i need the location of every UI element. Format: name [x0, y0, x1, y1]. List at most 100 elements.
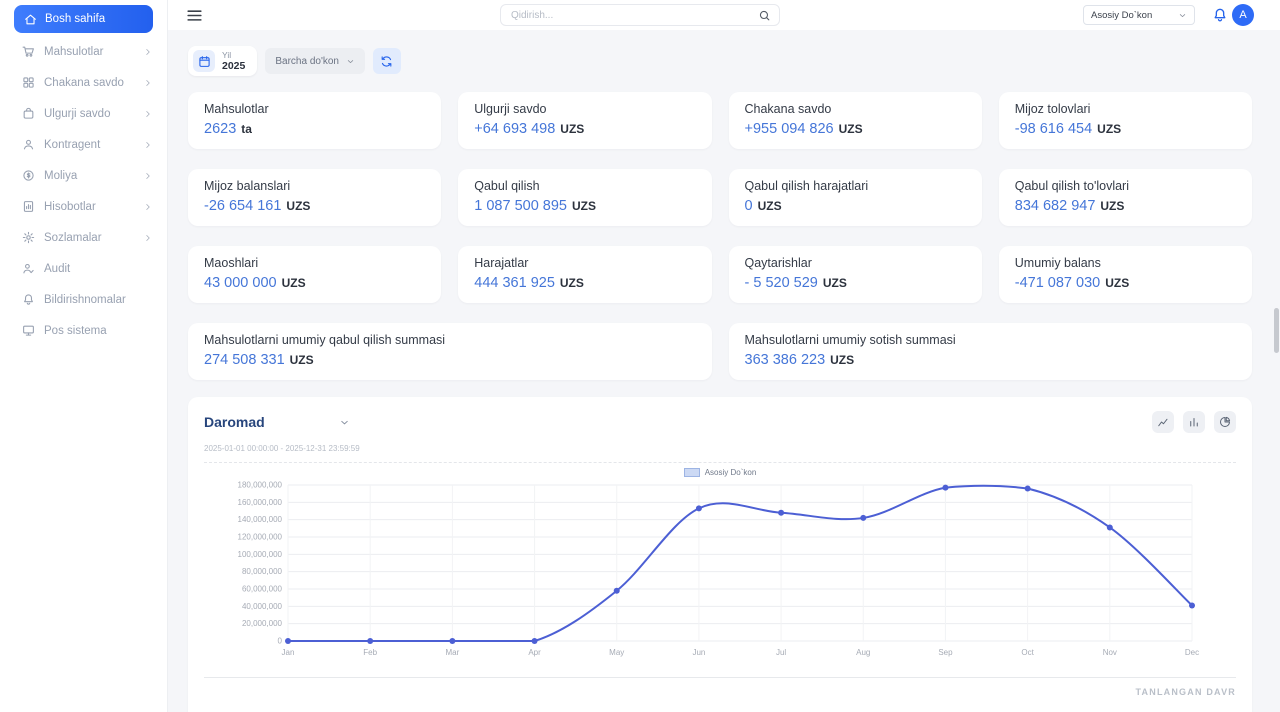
- chart-header: Daromad: [204, 411, 1236, 433]
- sidebar-item-label: Hisobotlar: [44, 201, 96, 213]
- stat-label: Qaytarishlar: [745, 256, 966, 270]
- stat-card-mahsulotlarni-umumiy-sotish-summasi: Mahsulotlarni umumiy sotish summasi 363 3…: [729, 323, 1253, 380]
- stat-unit: UZS: [572, 199, 596, 213]
- stat-unit: UZS: [290, 353, 314, 367]
- sidebar-item-moliya[interactable]: Moliya: [0, 160, 167, 191]
- store-filter-label: Barcha do'kon: [275, 56, 339, 67]
- stat-card-qabul-qilish-harajatlari: Qabul qilish harajatlari0UZS: [729, 169, 982, 226]
- sidebar-item-bosh-sahifa[interactable]: Bosh sahifa: [14, 5, 153, 33]
- stat-value: 363 386 223: [745, 352, 826, 368]
- stat-value: +64 693 498: [474, 121, 555, 137]
- notifications-bell-button[interactable]: [1212, 7, 1228, 23]
- chart-card: Daromad 2025-01-01 00:00:00 - 2025-12-31…: [188, 397, 1252, 712]
- sidebar-item-label: Chakana savdo: [44, 77, 124, 89]
- stat-unit: UZS: [830, 353, 854, 367]
- sidebar-item-label: Sozlamalar: [44, 232, 102, 244]
- chevron-right-icon: [143, 78, 153, 88]
- store-filter-dropdown[interactable]: Barcha do'kon: [265, 48, 365, 74]
- sidebar-item-sozlamalar[interactable]: Sozlamalar: [0, 222, 167, 253]
- chart-title: Daromad: [204, 414, 265, 430]
- stat-label: Mijoz balanslari: [204, 179, 425, 193]
- stat-value: -471 087 030: [1015, 275, 1100, 291]
- sidebar-item-label: Ulgurji savdo: [44, 108, 110, 120]
- stat-unit: UZS: [1105, 276, 1129, 290]
- sidebar-item-label: Kontragent: [44, 139, 100, 151]
- stat-card-harajatlar: Harajatlar444 361 925UZS: [458, 246, 711, 303]
- chart-body: Asosiy Do`kon 020,000,00040,000,00060,00…: [204, 462, 1236, 663]
- period-label: Yil: [222, 50, 245, 60]
- pie-chart-view-button[interactable]: [1214, 411, 1236, 433]
- bag-icon: [22, 107, 35, 120]
- bell-icon: [22, 293, 35, 306]
- sidebar-item-chakana-savdo[interactable]: Chakana savdo: [0, 67, 167, 98]
- chevron-down-icon[interactable]: [339, 417, 350, 428]
- stat-value: -98 616 454: [1015, 121, 1092, 137]
- stat-unit: UZS: [823, 276, 847, 290]
- legend-swatch: [684, 468, 700, 477]
- chart-footer: TANLANGAN DAVR: [204, 677, 1236, 697]
- stat-label: Mahsulotlar: [204, 102, 425, 116]
- stat-unit: UZS: [839, 122, 863, 136]
- stat-label: Maoshlari: [204, 256, 425, 270]
- sidebar-item-pos-sistema[interactable]: Pos sistema: [0, 315, 167, 346]
- stat-label: Chakana savdo: [745, 102, 966, 116]
- svg-text:100,000,000: 100,000,000: [238, 550, 283, 559]
- svg-text:May: May: [609, 648, 624, 657]
- line-chart-view-button[interactable]: [1152, 411, 1174, 433]
- stat-label: Mahsulotlarni umumiy qabul qilish summas…: [204, 333, 696, 347]
- period-filter[interactable]: Yil 2025: [188, 46, 257, 76]
- stat-value: - 5 520 529: [745, 275, 818, 291]
- sidebar-item-mahsulotlar[interactable]: Mahsulotlar: [0, 36, 167, 67]
- refresh-button[interactable]: [373, 48, 401, 74]
- svg-text:Aug: Aug: [856, 648, 870, 657]
- sidebar-item-kontragent[interactable]: Kontragent: [0, 129, 167, 160]
- stats-grid: Mahsulotlar2623taUlgurji savdo+64 693 49…: [188, 92, 1252, 303]
- stat-value: 1 087 500 895: [474, 198, 567, 214]
- user-audit-icon: [22, 262, 35, 275]
- svg-text:Jul: Jul: [776, 648, 786, 657]
- stat-label: Mahsulotlarni umumiy sotish summasi: [745, 333, 1237, 347]
- svg-text:Apr: Apr: [528, 648, 541, 657]
- stat-card-maoshlari: Maoshlari43 000 000UZS: [188, 246, 441, 303]
- chevron-right-icon: [143, 47, 153, 57]
- stat-label: Qabul qilish to'lovlari: [1015, 179, 1236, 193]
- hamburger-menu-button[interactable]: [185, 6, 204, 25]
- stat-label: Mijoz tolovlari: [1015, 102, 1236, 116]
- avatar[interactable]: A: [1232, 4, 1254, 26]
- sidebar-item-audit[interactable]: Audit: [0, 253, 167, 284]
- scrollbar[interactable]: [1274, 308, 1279, 353]
- period-value: 2025: [222, 60, 245, 73]
- sidebar-item-ulgurji-savdo[interactable]: Ulgurji savdo: [0, 98, 167, 129]
- sidebar-item-bildirishnomalar[interactable]: Bildirishnomalar: [0, 284, 167, 315]
- shop-grid-icon: [22, 76, 35, 89]
- stat-value: 43 000 000: [204, 275, 277, 291]
- sidebar-item-hisobotlar[interactable]: Hisobotlar: [0, 191, 167, 222]
- search-input[interactable]: [509, 9, 758, 22]
- stat-unit: UZS: [1097, 122, 1121, 136]
- coins-icon: [22, 169, 35, 182]
- svg-text:20,000,000: 20,000,000: [242, 619, 283, 628]
- svg-text:160,000,000: 160,000,000: [238, 498, 283, 507]
- stat-label: Qabul qilish harajatlari: [745, 179, 966, 193]
- stat-card-mahsulotlar: Mahsulotlar2623ta: [188, 92, 441, 149]
- stat-label: Harajatlar: [474, 256, 695, 270]
- stat-value: +955 094 826: [745, 121, 834, 137]
- svg-text:0: 0: [278, 637, 283, 646]
- stat-card-qabul-qilish: Qabul qilish1 087 500 895UZS: [458, 169, 711, 226]
- store-select[interactable]: Asosiy Do`kon: [1083, 5, 1195, 25]
- stat-unit: UZS: [560, 276, 584, 290]
- svg-text:140,000,000: 140,000,000: [238, 515, 283, 524]
- chart-legend: Asosiy Do`kon: [204, 468, 1236, 477]
- stat-label: Umumiy balans: [1015, 256, 1236, 270]
- svg-text:Jan: Jan: [282, 648, 295, 657]
- sidebar-item-label: Bildirishnomalar: [44, 294, 126, 306]
- sidebar-item-label: Bosh sahifa: [45, 13, 105, 25]
- chevron-right-icon: [143, 171, 153, 181]
- bar-chart-view-button[interactable]: [1183, 411, 1205, 433]
- stat-value: -26 654 161: [204, 198, 281, 214]
- sidebar: Bosh sahifa Mahsulotlar Chakana savdo Ulgur…: [0, 0, 168, 712]
- svg-text:120,000,000: 120,000,000: [238, 533, 283, 542]
- search-box[interactable]: [500, 4, 780, 26]
- gear-icon: [22, 231, 35, 244]
- avatar-letter: A: [1239, 9, 1246, 21]
